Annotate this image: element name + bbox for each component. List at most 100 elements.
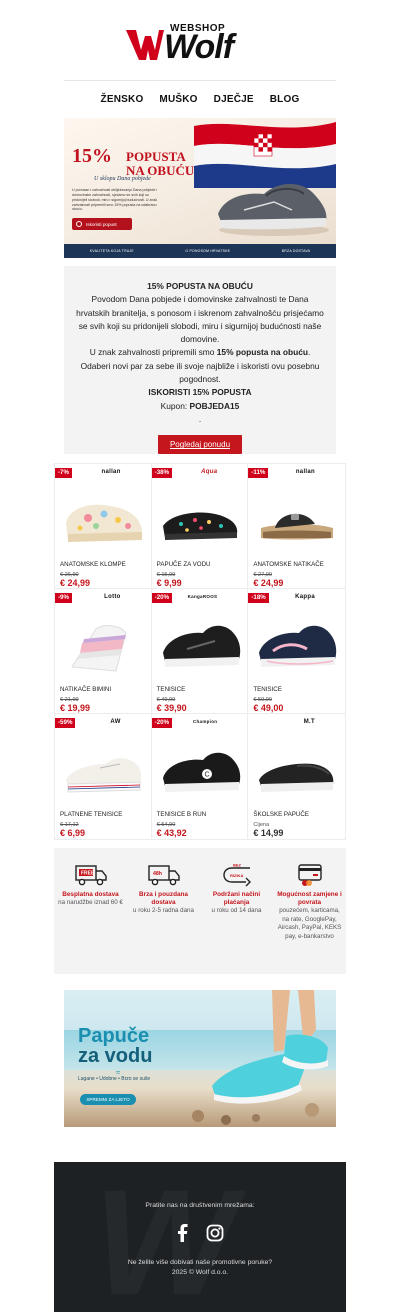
delivery-truck-icon: FREE bbox=[74, 865, 107, 886]
main-nav: ŽENSKO MUŠKO DJEČJE BLOG bbox=[64, 94, 336, 110]
benefit-text: pouzećem, karticama, na rate, GooglePay,… bbox=[277, 907, 342, 940]
discount-badge: -11% bbox=[248, 468, 269, 478]
svg-text:RIZIKA: RIZIKA bbox=[230, 873, 243, 878]
brand-logo: KangaROOS bbox=[187, 594, 218, 599]
header-divider bbox=[64, 80, 336, 81]
promo-coupon: Kupon: POBJEDA15 bbox=[74, 400, 326, 413]
product-card[interactable]: -11% nallan ANATOMSKE NATIKAČE € 27,99 €… bbox=[248, 464, 345, 589]
sale-price: € 9,99 bbox=[156, 578, 182, 588]
footer-legal: Ne želite više dobivati naše promotivne … bbox=[54, 1258, 346, 1278]
water-banner-button[interactable]: SPREMNI ZA LJETO bbox=[80, 1094, 136, 1105]
promo-body-1: Povodom Dana pobjede i domovinske zahval… bbox=[76, 294, 324, 345]
sale-price: € 43,92 bbox=[156, 828, 187, 838]
product-card[interactable]: -38% Aqua PAPUČE ZA VODU € 15,99 € 9,99 bbox=[151, 464, 249, 589]
footer: W Pratite nas na društvenim mrežama: Ne … bbox=[54, 1162, 346, 1312]
product-card[interactable]: -20% KangaROOS TENISICE € 49,99 € 39,90 bbox=[151, 589, 249, 714]
promo-dot: . bbox=[198, 413, 202, 424]
product-card[interactable]: -20% Champion C TENISICE B RUN € 54,90 €… bbox=[151, 714, 249, 839]
hero-banner[interactable]: 15% POPUSTA NA OBUĆU U sklopu Dana pobje… bbox=[64, 118, 336, 258]
arrow-circle-icon bbox=[76, 221, 82, 227]
clog-image bbox=[66, 504, 142, 542]
product-card[interactable]: -59% AW PLATNENE TENISICE € 17,12 € 6,99 bbox=[55, 714, 152, 839]
nav-item-blog[interactable]: BLOG bbox=[270, 94, 300, 110]
discount-badge: -9% bbox=[55, 593, 73, 603]
brand-logo: nallan bbox=[101, 469, 121, 475]
water-banner-title-line2: za vodu bbox=[78, 1045, 153, 1067]
nav-item-zensko[interactable]: ŽENSKO bbox=[101, 94, 144, 110]
return-arrow-icon: BEZ RIZIKA bbox=[222, 863, 251, 887]
promo-coupon-label: Kupon: bbox=[160, 400, 190, 411]
brand-logo: Kappa bbox=[295, 594, 315, 600]
product-card[interactable]: -7% nallan ANATOMSKE KLOMPE € 26,90 € 24… bbox=[55, 464, 152, 589]
bimini-slide-image bbox=[71, 625, 127, 672]
promo-coupon-code: POBJEDA15 bbox=[189, 400, 240, 411]
product-card[interactable]: M.T ŠKOLSKE PAPUČE Cijena € 14,99 bbox=[248, 714, 345, 839]
benefit-text: u roku od 14 dana bbox=[211, 907, 262, 914]
promo-body-3: Odaberi novi par za sebe ili svoje najbl… bbox=[80, 360, 320, 385]
water-shoes-banner[interactable]: Papuče za vodu ≈ Lagane • Udobne • Brzo … bbox=[64, 990, 336, 1127]
brand-logo: M.T bbox=[303, 719, 315, 725]
product-card[interactable]: -18% Kappa TENISICE € 59,99 € 49,00 bbox=[248, 589, 345, 714]
promo-body-2: U znak zahvalnosti pripremili smo 15% po… bbox=[74, 346, 326, 359]
benefits-section: FREE Besplatna dostava na narudžbe iznad… bbox=[54, 848, 346, 974]
brand-logo: Aqua bbox=[201, 469, 218, 475]
benefit-title: Podržani načini plaćanja bbox=[212, 891, 261, 906]
discount-badge: -59% bbox=[55, 718, 76, 728]
nav-item-djecje[interactable]: DJEČJE bbox=[214, 94, 254, 110]
hero-info-strip: KVALITETA KOJA TRAJE O PONOSOM HRVATSKE … bbox=[64, 244, 336, 258]
product-name: ANATOMSKE NATIKAČE bbox=[253, 561, 324, 568]
brand-logo: nallan bbox=[295, 469, 315, 475]
benefit-fast-delivery: 48h Brza i pouzdana dostava u roku 2-5 r… bbox=[127, 862, 200, 974]
sale-price: € 49,00 bbox=[253, 703, 284, 713]
water-shoe-photo bbox=[192, 990, 328, 1125]
instagram-icon[interactable] bbox=[206, 1224, 224, 1242]
benefit-title: Brza i pouzdana dostava bbox=[138, 891, 188, 906]
brand-logo: Champion bbox=[192, 719, 218, 724]
water-banner-title: Papuče za vodu bbox=[78, 1026, 152, 1066]
regular-price: € 14,99 bbox=[253, 828, 284, 838]
wolf-logo[interactable]: WEBSHOP Wolf bbox=[124, 18, 276, 68]
hero-title-line1: POPUSTA bbox=[126, 149, 186, 164]
benefit-title: Besplatna dostava bbox=[62, 891, 119, 898]
benefit-payment: BEZ RIZIKA Podržani načini plaćanja u ro… bbox=[200, 862, 273, 974]
product-name: TENISICE bbox=[253, 686, 282, 693]
fast-truck-icon: 48h bbox=[147, 865, 180, 886]
canvas-sneaker-image bbox=[66, 758, 142, 793]
navy-sneaker-image bbox=[259, 625, 337, 667]
wolf-logo-mark-icon bbox=[126, 30, 164, 60]
svg-text:BEZ: BEZ bbox=[233, 863, 242, 868]
discount-badge: -38% bbox=[151, 468, 173, 478]
svg-text:C: C bbox=[204, 772, 209, 779]
black-sneaker-image bbox=[162, 625, 240, 667]
copyright-text: 2025 © Wolf d.o.o. bbox=[171, 1269, 229, 1276]
hero-subtitle: U sklopu Dana pobjede bbox=[94, 176, 151, 182]
hero-cta-button[interactable]: Iskoristi popust bbox=[72, 218, 132, 230]
water-shoe-image bbox=[162, 512, 237, 540]
hero-title-text: POPUSTA NA OBUĆU bbox=[126, 149, 194, 179]
nav-item-musko[interactable]: MUŠKO bbox=[159, 94, 197, 110]
logo-wordmark: Wolf bbox=[164, 28, 234, 66]
product-name: PLATNENE TENISICE bbox=[60, 811, 123, 818]
facebook-icon[interactable] bbox=[176, 1224, 190, 1242]
product-name: PAPUČE ZA VODU bbox=[156, 561, 211, 568]
unsubscribe-link[interactable]: Ne želite više dobivati naše promotivne … bbox=[54, 1258, 346, 1268]
product-name: NATIKAČE BIMINI bbox=[60, 686, 112, 693]
product-name: TENISICE bbox=[156, 686, 186, 693]
product-name: ANATOMSKE KLOMPE bbox=[60, 561, 126, 568]
social-links bbox=[176, 1224, 224, 1244]
credit-card-icon bbox=[297, 864, 322, 886]
footer-follow-text: Pratite nas na društvenim mrežama: bbox=[145, 1202, 255, 1209]
discount-badge: -20% bbox=[151, 718, 173, 728]
product-card[interactable]: -9% Lotto NATIKAČE BIMINI € 21,99 € 19,9… bbox=[55, 589, 152, 714]
promo-heading: 15% POPUSTA NA OBUĆU bbox=[147, 281, 253, 291]
hero-strip-item: KVALITETA KOJA TRAJE bbox=[89, 249, 134, 253]
water-banner-subtitle: Lagane • Udobne • Brzo se suše bbox=[78, 1076, 151, 1082]
brand-logo: Lotto bbox=[104, 594, 121, 600]
view-offer-button[interactable]: Pogledaj ponudu bbox=[158, 435, 242, 455]
product-name: TENISICE B RUN bbox=[156, 811, 207, 818]
brand-logo: AW bbox=[110, 719, 121, 725]
slide-sandal-image bbox=[261, 513, 334, 540]
product-grid: -7% nallan ANATOMSKE KLOMPE € 26,90 € 24… bbox=[54, 463, 346, 840]
sneaker-image bbox=[218, 183, 329, 236]
sale-price: € 19,99 bbox=[60, 703, 91, 713]
